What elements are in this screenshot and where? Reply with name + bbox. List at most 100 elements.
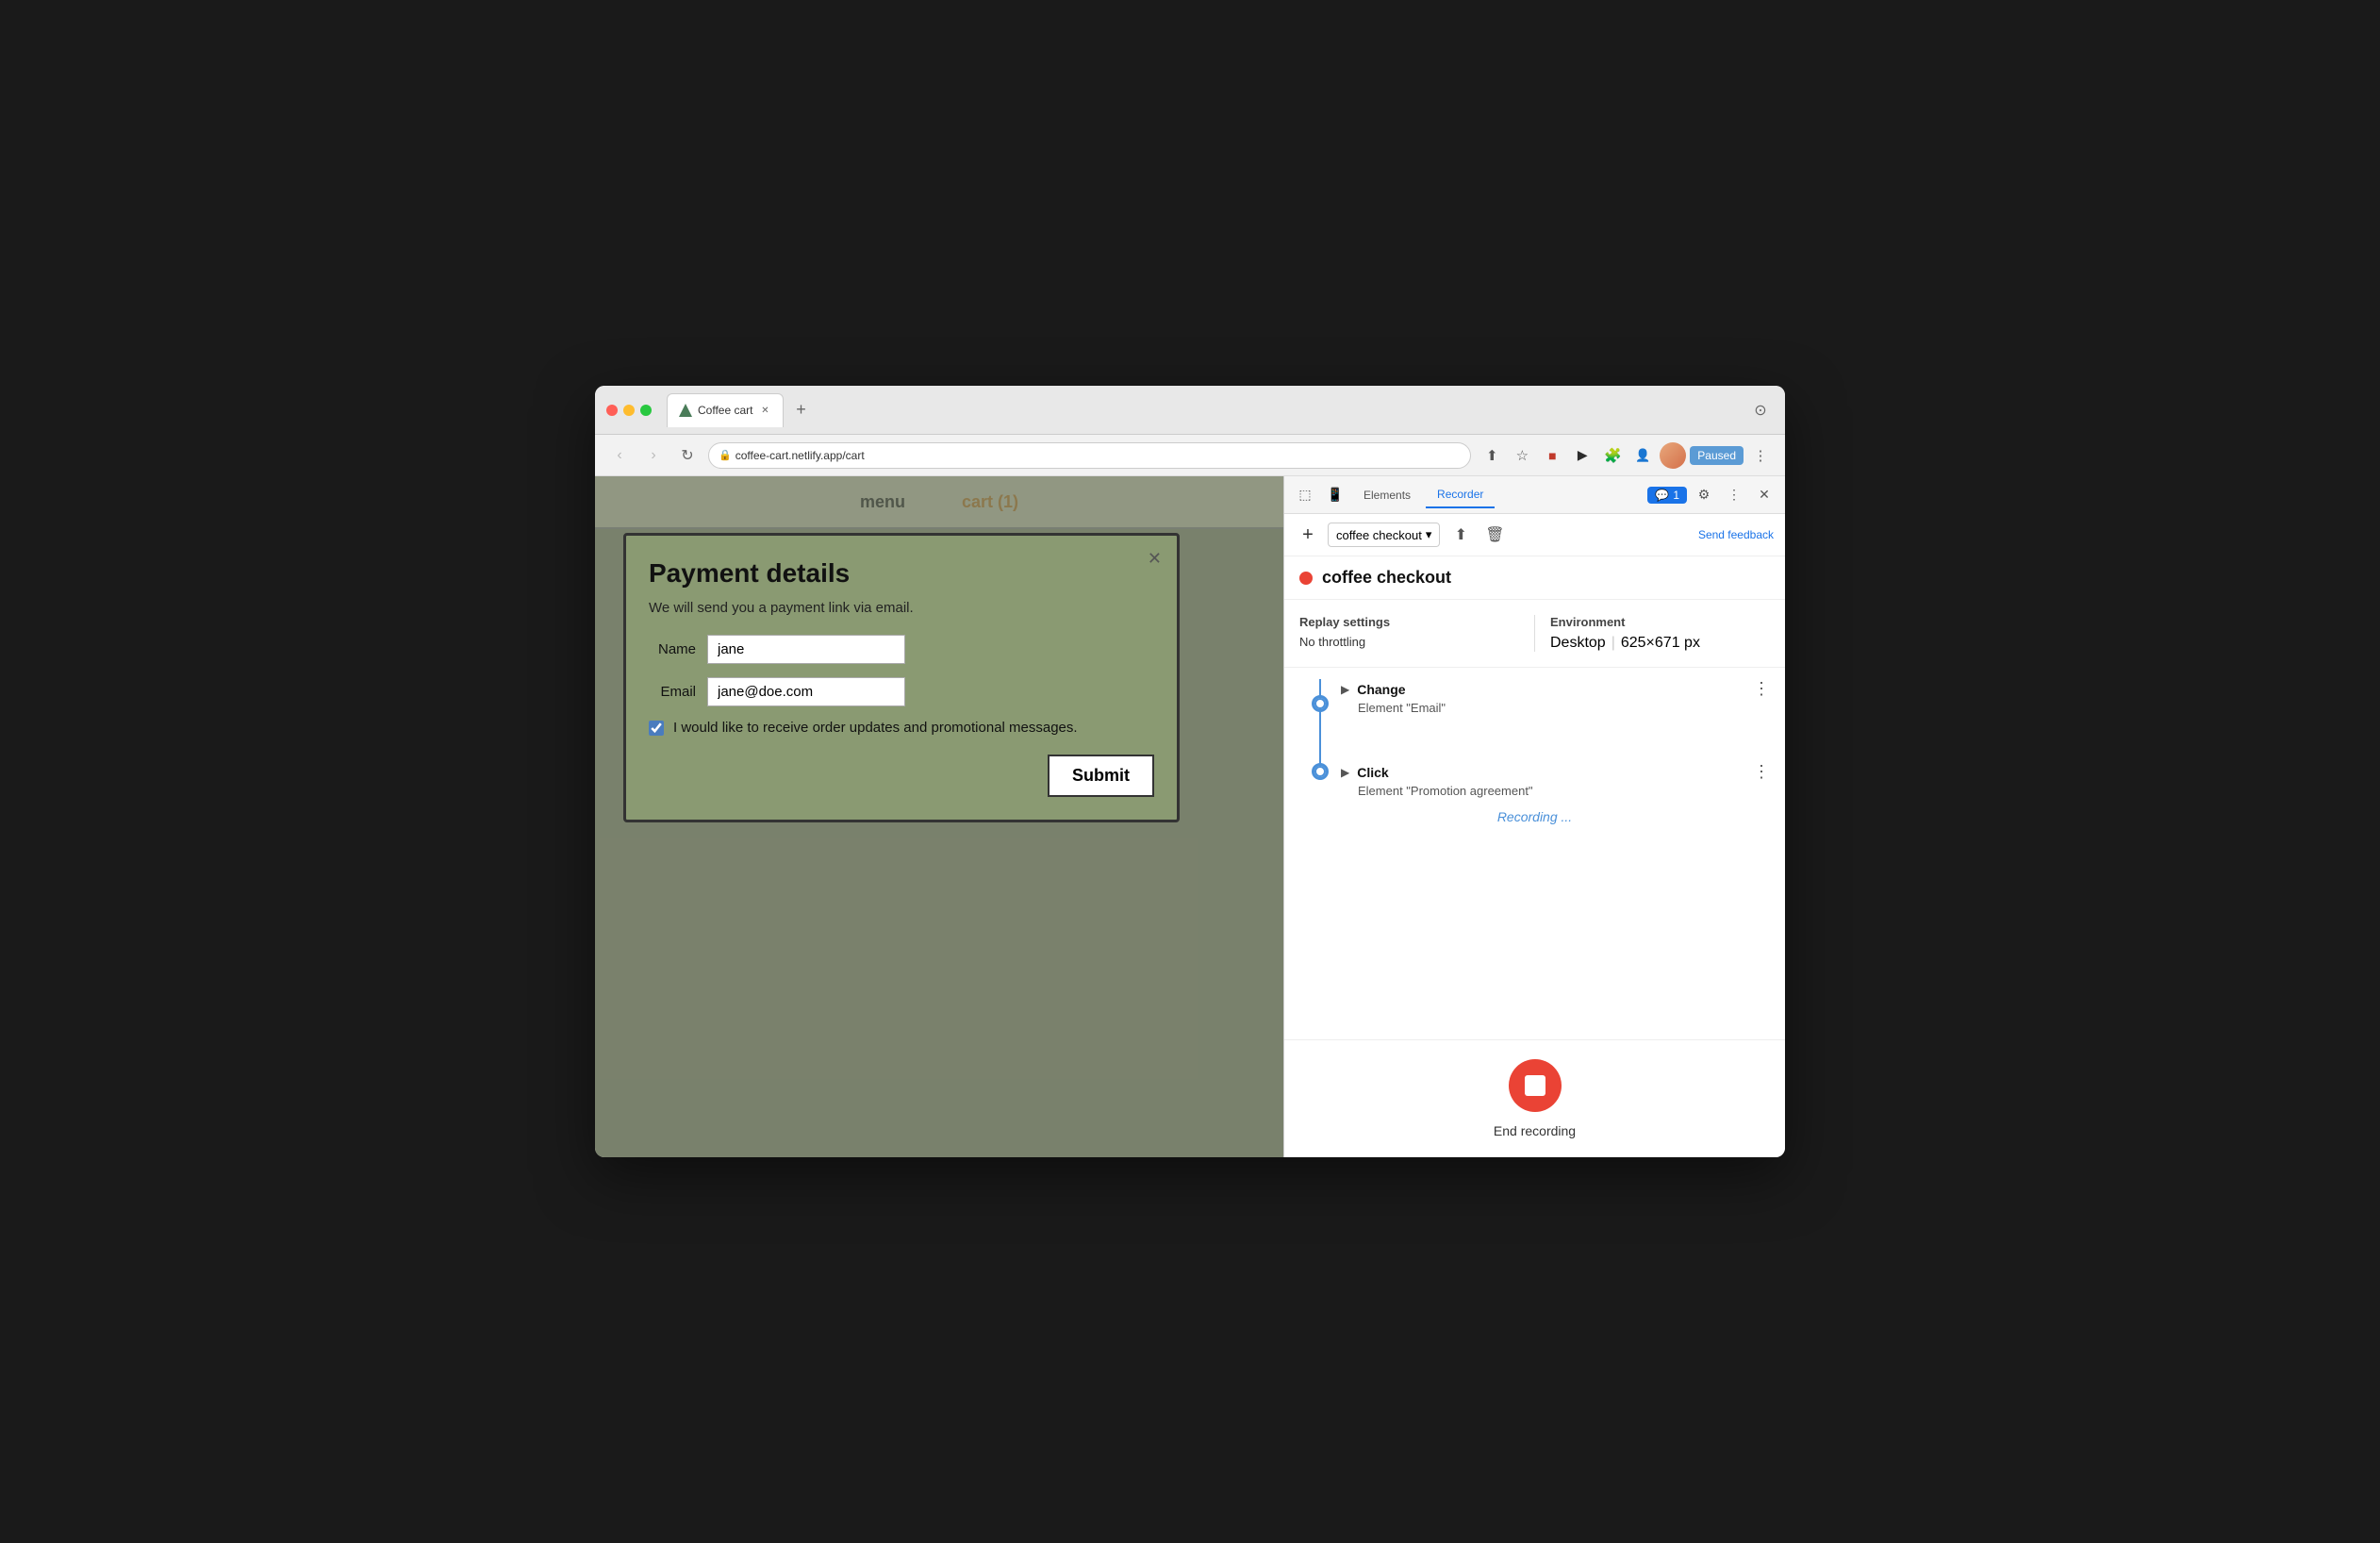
modal-close-button[interactable]: ✕ bbox=[1148, 549, 1162, 569]
fullscreen-button[interactable]: ⊙ bbox=[1747, 397, 1774, 423]
back-button[interactable]: ‹ bbox=[606, 442, 633, 469]
step-2: ▶ Click ⋮ Element "Promotion agreement" bbox=[1341, 762, 1770, 798]
name-label: Name bbox=[649, 641, 696, 657]
profile-icon[interactable]: 👤 bbox=[1629, 442, 1656, 469]
puzzle-icon[interactable]: 🧩 bbox=[1599, 442, 1626, 469]
timeline-line-mid bbox=[1319, 709, 1321, 766]
name-form-row: Name bbox=[649, 635, 1154, 664]
recorder-toolbar: + coffee checkout ▾ ⬆ 🗑 Send feedback bbox=[1284, 514, 1785, 556]
nav-bar: ‹ › ↻ 🔒 coffee-cart.netlify.app/cart ⬆ ☆… bbox=[595, 435, 1785, 476]
stop-icon bbox=[1525, 1075, 1545, 1096]
profile-avatar[interactable] bbox=[1660, 442, 1686, 469]
step-1-dot bbox=[1314, 698, 1326, 709]
step-2-dot bbox=[1314, 766, 1326, 777]
promotion-label: I would like to receive order updates an… bbox=[673, 720, 1078, 736]
devtools-panel: ⬚ 📱 Elements Recorder 💬 1 ⚙ ⋮ ✕ + bbox=[1283, 476, 1785, 1157]
promotion-checkbox[interactable] bbox=[649, 721, 664, 736]
add-recording-button[interactable]: + bbox=[1296, 523, 1320, 547]
recording-name-row: coffee checkout bbox=[1284, 556, 1785, 600]
share-icon[interactable]: ⬆ bbox=[1479, 442, 1505, 469]
stop-recording-button[interactable] bbox=[1509, 1059, 1562, 1112]
replay-settings-label: Replay settings bbox=[1299, 615, 1519, 629]
step-1-expand-icon[interactable]: ▶ bbox=[1341, 683, 1349, 696]
settings-divider bbox=[1534, 615, 1535, 652]
url-text: coffee-cart.netlify.app/cart bbox=[735, 449, 865, 462]
step-2-expand-icon[interactable]: ▶ bbox=[1341, 766, 1349, 779]
steps-content: ▶ Change ⋮ Element "Email" ▶ Click ⋮ bbox=[1341, 679, 1770, 798]
modal-footer: Submit bbox=[649, 755, 1154, 797]
paused-button[interactable]: Paused bbox=[1690, 446, 1744, 465]
replay-settings: Replay settings No throttling Environmen… bbox=[1284, 600, 1785, 668]
main-area: menu cart (1) Total: $19.00 Ca... $1... … bbox=[595, 476, 1785, 1157]
environment-label: Environment bbox=[1550, 615, 1770, 629]
step-2-menu-icon[interactable]: ⋮ bbox=[1753, 762, 1770, 782]
modal-title: Payment details bbox=[649, 558, 1154, 589]
lock-icon: 🔒 bbox=[719, 449, 732, 461]
env-resolution: 625×671 px bbox=[1621, 635, 1700, 652]
tab-title: Coffee cart bbox=[698, 404, 752, 417]
browser-window: Coffee cart ✕ + ⊙ ‹ › ↻ 🔒 coffee-cart.ne… bbox=[595, 386, 1785, 1157]
tab-close-button[interactable]: ✕ bbox=[758, 404, 771, 417]
promotion-checkbox-row: I would like to receive order updates an… bbox=[649, 720, 1154, 736]
throttling-col: Replay settings No throttling bbox=[1299, 615, 1519, 652]
email-form-row: Email bbox=[649, 677, 1154, 706]
name-input[interactable] bbox=[707, 635, 905, 664]
device-toolbar-icon[interactable]: 📱 bbox=[1322, 482, 1348, 508]
new-tab-button[interactable]: + bbox=[787, 397, 814, 423]
email-input[interactable] bbox=[707, 677, 905, 706]
recording-status: Recording ... bbox=[1299, 798, 1770, 836]
submit-button[interactable]: Submit bbox=[1048, 755, 1154, 797]
maximize-button[interactable] bbox=[640, 405, 652, 416]
send-feedback-link[interactable]: Send feedback bbox=[1698, 528, 1774, 541]
recording-dot-icon bbox=[1299, 572, 1313, 585]
close-button[interactable] bbox=[606, 405, 618, 416]
reload-button[interactable]: ↻ bbox=[674, 442, 701, 469]
extension-icon-dark[interactable]: ▶ bbox=[1569, 442, 1595, 469]
minimize-button[interactable] bbox=[623, 405, 635, 416]
tab-elements[interactable]: Elements bbox=[1352, 483, 1422, 507]
recording-select[interactable]: coffee checkout ▾ bbox=[1328, 523, 1440, 547]
settings-icon[interactable]: ⚙ bbox=[1691, 482, 1717, 508]
nav-icons: ⬆ ☆ ■ ▶ 🧩 👤 Paused ⋮ bbox=[1479, 442, 1774, 469]
delete-button[interactable]: 🗑 bbox=[1481, 522, 1508, 548]
throttling-value[interactable]: No throttling bbox=[1299, 635, 1519, 649]
timeline-line-top bbox=[1319, 679, 1321, 698]
devtools-tab-icons: 💬 1 ⚙ ⋮ ✕ bbox=[1647, 482, 1777, 508]
step-1: ▶ Change ⋮ Element "Email" bbox=[1341, 679, 1770, 715]
more-options-icon[interactable]: ⋮ bbox=[1721, 482, 1747, 508]
chat-badge[interactable]: 💬 1 bbox=[1647, 487, 1687, 504]
step-1-element: Element "Email" bbox=[1358, 701, 1770, 715]
close-devtools-icon[interactable]: ✕ bbox=[1751, 482, 1777, 508]
step-2-type: Click bbox=[1357, 765, 1388, 780]
email-label: Email bbox=[649, 684, 696, 700]
browser-tab[interactable]: Coffee cart ✕ bbox=[667, 393, 784, 427]
timeline: ▶ Change ⋮ Element "Email" ▶ Click ⋮ bbox=[1299, 668, 1770, 798]
title-bar: Coffee cart ✕ + ⊙ bbox=[595, 386, 1785, 435]
step-1-menu-icon[interactable]: ⋮ bbox=[1753, 679, 1770, 699]
forward-button[interactable]: › bbox=[640, 442, 667, 469]
chat-count: 1 bbox=[1673, 489, 1679, 502]
env-device: Desktop bbox=[1550, 635, 1606, 652]
menu-dots-icon[interactable]: ⋮ bbox=[1747, 442, 1774, 469]
environment-col: Environment Desktop | 625×671 px bbox=[1550, 615, 1770, 652]
end-recording-label: End recording bbox=[1494, 1123, 1576, 1138]
modal-overlay: ✕ Payment details We will send you a pay… bbox=[595, 476, 1283, 1157]
tab-recorder[interactable]: Recorder bbox=[1426, 482, 1495, 508]
devtools-tabs: ⬚ 📱 Elements Recorder 💬 1 ⚙ ⋮ ✕ bbox=[1284, 476, 1785, 514]
bookmark-icon[interactable]: ☆ bbox=[1509, 442, 1535, 469]
timeline-connector bbox=[1314, 679, 1326, 798]
inspector-tool-icon[interactable]: ⬚ bbox=[1292, 482, 1318, 508]
browser-content: menu cart (1) Total: $19.00 Ca... $1... … bbox=[595, 476, 1283, 1157]
env-divider: | bbox=[1611, 635, 1615, 652]
tab-favicon-icon bbox=[679, 404, 692, 417]
current-recording-name: coffee checkout bbox=[1322, 568, 1451, 588]
tab-bar: Coffee cart ✕ + bbox=[667, 393, 1740, 427]
steps-area: ▶ Change ⋮ Element "Email" ▶ Click ⋮ bbox=[1284, 668, 1785, 1039]
step-1-type: Change bbox=[1357, 682, 1405, 697]
export-button[interactable]: ⬆ bbox=[1447, 522, 1474, 548]
url-bar[interactable]: 🔒 coffee-cart.netlify.app/cart bbox=[708, 442, 1471, 469]
extension-icon-red[interactable]: ■ bbox=[1539, 442, 1565, 469]
environment-value: Desktop | 625×671 px bbox=[1550, 635, 1770, 652]
step-2-element: Element "Promotion agreement" bbox=[1358, 784, 1770, 798]
payment-modal: ✕ Payment details We will send you a pay… bbox=[623, 533, 1180, 822]
